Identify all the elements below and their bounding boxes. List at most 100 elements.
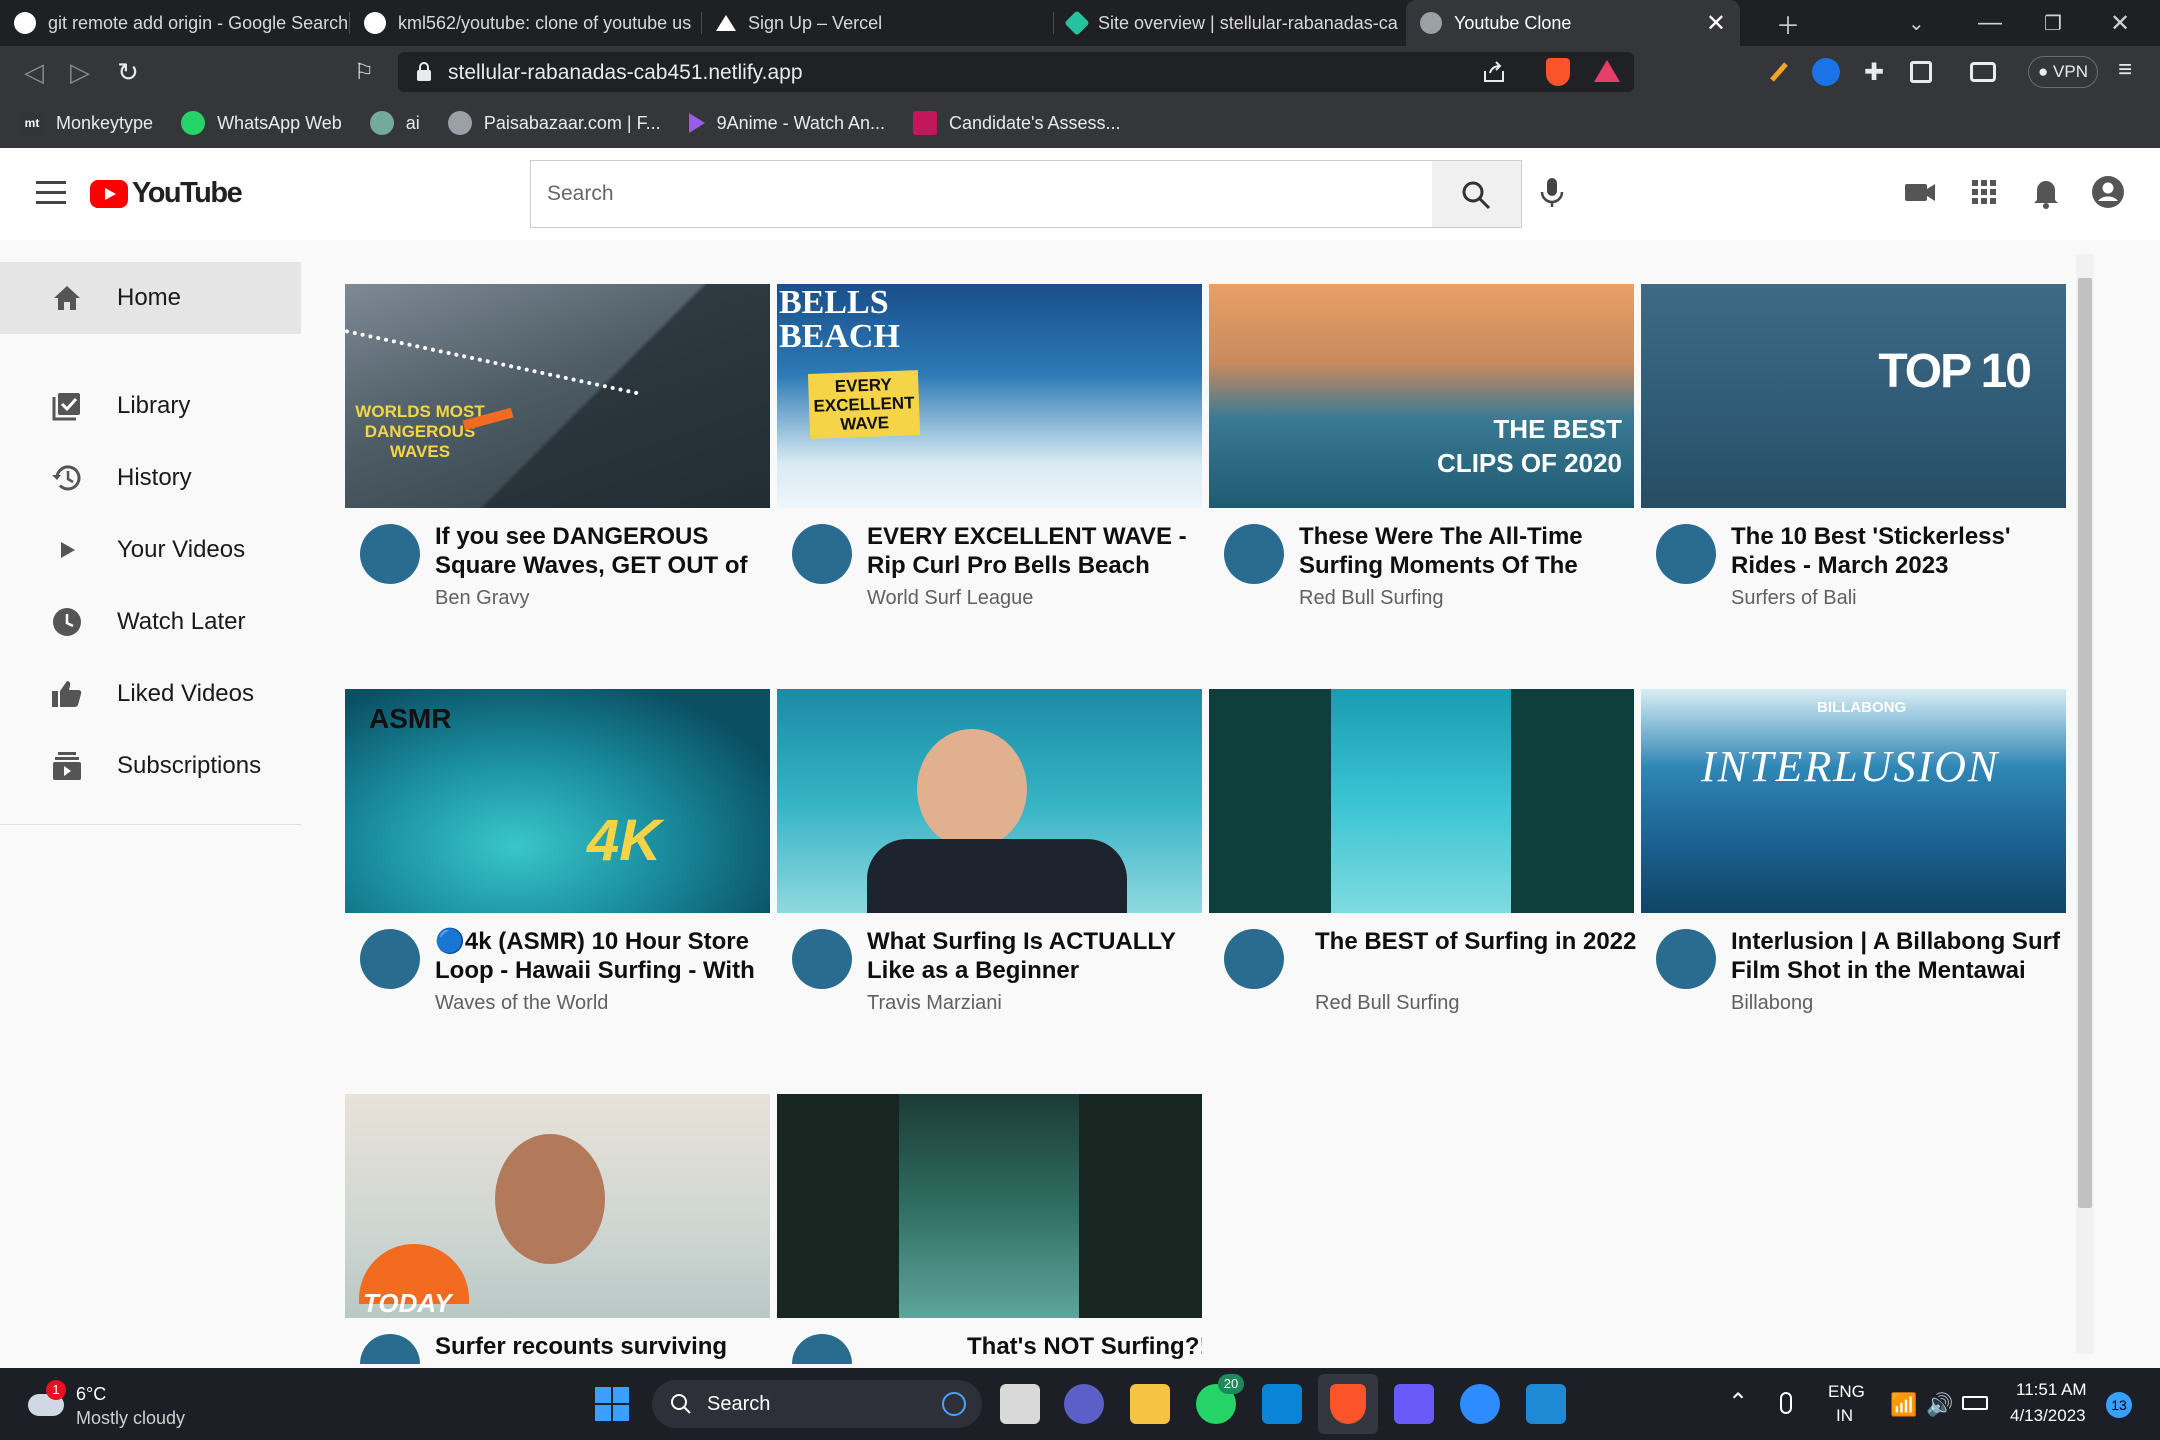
teams-chat-icon[interactable] [1064,1384,1104,1424]
microphone-icon[interactable] [1780,1392,1792,1414]
sidebar-item-watch-later[interactable]: Watch Later [0,586,301,658]
account-avatar-icon[interactable] [2090,174,2126,210]
sidebar-item-library[interactable]: Library [0,370,301,442]
video-title[interactable]: Surfer recounts surviving [435,1332,765,1361]
channel-avatar[interactable] [1656,524,1716,584]
video-card[interactable]: WORLDS MOST DANGEROUS WAVES If you see D… [345,284,770,609]
mail-icon[interactable] [1262,1384,1302,1424]
video-title[interactable]: The 10 Best 'Stickerless' Rides - March … [1731,522,2061,580]
back-arrow-icon[interactable]: ◁ [18,56,50,88]
forward-arrow-icon[interactable]: ▷ [64,56,96,88]
video-title[interactable]: EVERY EXCELLENT WAVE - Rip Curl Pro Bell… [867,522,1197,580]
channel-name[interactable]: Surfers of Bali [1731,587,1857,610]
channel-avatar[interactable] [1224,524,1284,584]
channel-avatar[interactable] [1656,929,1716,989]
sidebar-item-home[interactable]: Home [0,262,301,334]
vpn-button[interactable]: ● VPN [2028,56,2098,88]
pencil-extension-icon[interactable] [1766,58,1794,86]
microphone-icon[interactable] [1534,174,1570,210]
channel-name[interactable]: Red Bull Surfing [1315,992,1460,1015]
channel-name[interactable]: Billabong [1731,992,1813,1015]
channel-avatar[interactable] [792,524,852,584]
video-thumbnail[interactable] [777,1094,1202,1318]
clock-date[interactable]: 4/13/2023 [2010,1406,2086,1426]
browser-tab[interactable]: git remote add origin - Google Search [0,0,350,46]
task-view-icon[interactable] [1000,1384,1040,1424]
video-title[interactable]: What Surfing Is ACTUALLY Like as a Begin… [867,927,1197,985]
bookmark-ai[interactable]: ai [369,111,420,135]
video-card[interactable]: What Surfing Is ACTUALLY Like as a Begin… [777,689,1202,1014]
video-card[interactable]: The BEST of Surfing in 2022 Red Bull Sur… [1209,689,1636,1014]
restore-button[interactable]: ❐ [2044,0,2062,46]
video-title[interactable]: 🔵4k (ASMR) 10 Hour Store Loop - Hawaii S… [435,927,765,985]
tab-search-chevron-icon[interactable]: ⌄ [1908,0,1925,46]
start-button[interactable] [594,1386,630,1422]
channel-avatar[interactable] [360,524,420,584]
apps-grid-icon[interactable] [1966,174,2002,210]
whatsapp-icon[interactable]: 20 [1196,1374,1244,1424]
page-scrollbar[interactable] [2076,254,2094,1354]
wifi-icon[interactable]: 📶 [1890,1392,1917,1418]
video-card[interactable]: TOP 10 The 10 Best 'Stickerless' Rides -… [1641,284,2066,609]
channel-name[interactable]: Ben Gravy [435,587,529,610]
video-thumbnail[interactable]: TOP 10 [1641,284,2066,508]
video-title[interactable]: The BEST of Surfing in 2022 [1315,927,1645,956]
video-thumbnail[interactable] [1209,689,1634,913]
bookmark-whatsapp[interactable]: WhatsApp Web [181,111,342,135]
video-card[interactable]: ASMR 4K 🔵4k (ASMR) 10 Hour Store Loop - … [345,689,770,1014]
bookmark-icon[interactable]: ⚐ [348,56,380,88]
sidebar-item-history[interactable]: History [0,442,301,514]
bookmark-monkeytype[interactable]: mt Monkeytype [20,111,153,135]
browser-tab-active[interactable]: Youtube Clone ✕ [1406,0,1740,46]
hamburger-menu-icon[interactable] [36,181,66,205]
channel-avatar[interactable] [1224,929,1284,989]
brave-rewards-icon[interactable] [1594,60,1620,82]
video-card[interactable]: BELLS BEACH EVERY EXCELLENT WAVE EVERY E… [777,284,1202,609]
youtube-logo[interactable]: YouTube [90,177,243,210]
video-thumbnail[interactable]: THE BEST CLIPS OF 2020 [1209,284,1634,508]
video-title[interactable]: These Were The All-Time Surfing Moments … [1299,522,1629,580]
vscode-icon[interactable] [1526,1384,1566,1424]
close-tab-icon[interactable]: ✕ [1706,9,1726,38]
volume-icon[interactable]: 🔊 [1926,1392,1953,1418]
video-thumbnail[interactable]: BILLABONG INTERLUSION [1641,689,2066,913]
video-card[interactable]: That's NOT Surfing?! [777,1094,1202,1364]
bookmark-paisabazaar[interactable]: Paisabazaar.com | F... [447,111,661,135]
channel-name[interactable]: Travis Marziani [867,992,1002,1015]
taskbar-search[interactable]: Search [652,1380,982,1428]
channel-name[interactable]: Waves of the World [435,992,608,1015]
video-thumbnail[interactable]: BELLS BEACH EVERY EXCELLENT WAVE [777,284,1202,508]
vpn-app-icon[interactable] [1394,1384,1434,1424]
brave-taskbar-button[interactable] [1318,1374,1378,1434]
clock-time[interactable]: 11:51 AM [2016,1380,2087,1400]
chevron-up-icon[interactable]: ⌃ [1728,1388,1748,1417]
brave-shield-icon[interactable] [1546,58,1570,86]
file-explorer-icon[interactable] [1130,1384,1170,1424]
sidebar-item-subscriptions[interactable]: Subscriptions [0,730,301,802]
browser-tab[interactable]: kml562/youtube: clone of youtube us [350,0,702,46]
video-card[interactable]: THE BEST CLIPS OF 2020 These Were The Al… [1209,284,1634,609]
channel-name[interactable]: World Surf League [867,587,1033,610]
minimize-button[interactable]: — [1978,0,2002,46]
video-thumbnail[interactable] [777,689,1202,913]
extensions-puzzle-icon[interactable]: ✚ [1860,58,1888,86]
sidebar-item-your-videos[interactable]: Your Videos [0,514,301,586]
zoom-icon[interactable] [1460,1384,1500,1424]
bookmark-9anime[interactable]: 9Anime - Watch An... [688,113,885,134]
sidebar-toggle-icon[interactable] [1910,61,1932,83]
video-title[interactable]: If you see DANGEROUS Square Waves, GET O… [435,522,765,580]
window-close-button[interactable]: ✕ [2110,0,2130,46]
sidebar-item-liked-videos[interactable]: Liked Videos [0,658,301,730]
create-video-icon[interactable] [1902,174,1938,210]
browser-tab[interactable]: Site overview | stellular-rabanadas-ca [1054,0,1406,46]
channel-name[interactable]: Red Bull Surfing [1299,587,1444,610]
address-bar[interactable]: stellular-rabanadas-cab451.netlify.app [398,52,1634,92]
channel-avatar[interactable] [792,929,852,989]
language-indicator[interactable]: ENG [1828,1382,1865,1402]
video-thumbnail[interactable]: WORLDS MOST DANGEROUS WAVES [345,284,770,508]
notifications-bell-icon[interactable] [2028,174,2064,210]
video-thumbnail[interactable]: ASMR 4K [345,689,770,913]
battery-icon[interactable] [1962,1396,1988,1410]
shazam-extension-icon[interactable] [1812,58,1840,86]
share-icon[interactable] [1482,61,1506,83]
